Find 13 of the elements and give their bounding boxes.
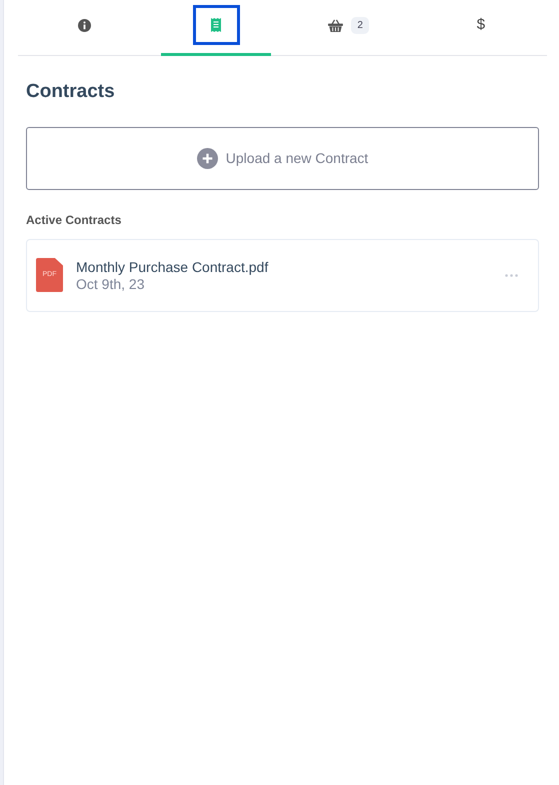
tab[interactable]: $ [426, 0, 536, 56]
upload-button[interactable]: Upload a new Contract [26, 126, 539, 190]
section-heading: Active Contracts [26, 212, 122, 228]
receipt-icon [211, 18, 222, 32]
basket-icon [328, 18, 344, 32]
info-icon [78, 18, 91, 32]
more-icon[interactable] [505, 274, 518, 276]
page-title: Contracts [26, 80, 116, 104]
file-name: Monthly Purchase Contract.pdf [76, 258, 270, 276]
file-date: Oct 9th, 23 [76, 276, 146, 292]
tab[interactable]: 2 [294, 0, 404, 56]
count-badge: 2 [351, 16, 369, 34]
plus-icon [196, 148, 218, 168]
